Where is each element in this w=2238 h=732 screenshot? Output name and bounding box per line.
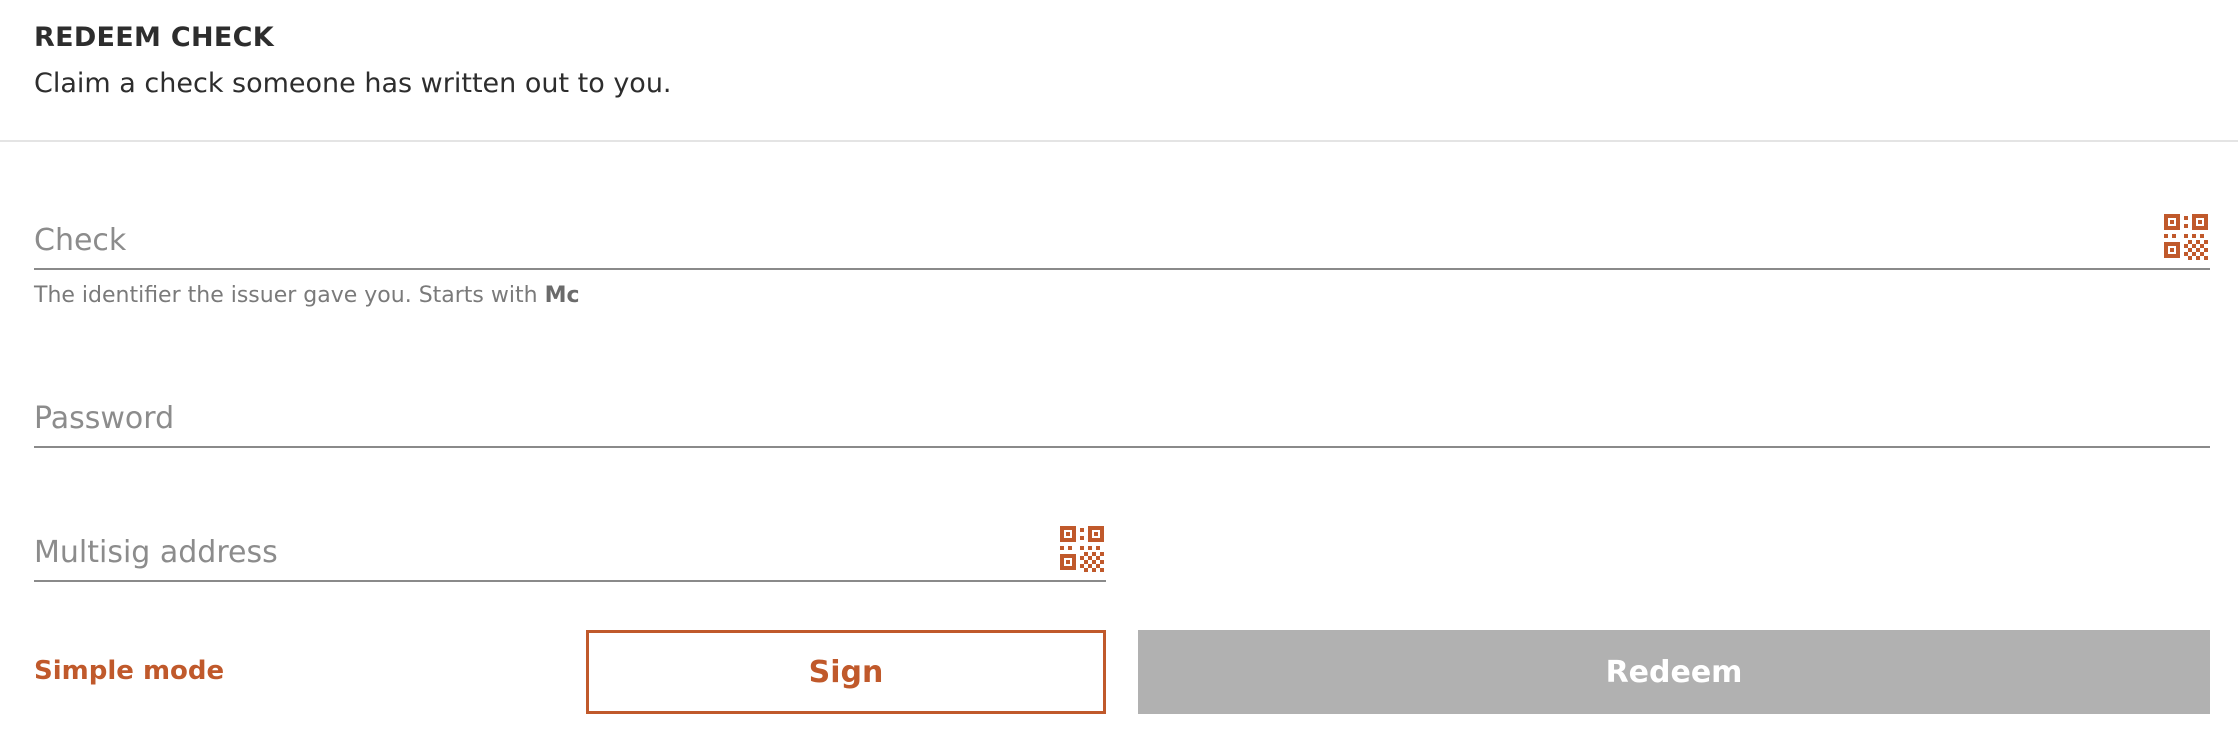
qr-code-icon[interactable]	[1058, 524, 1106, 572]
check-input[interactable]	[34, 223, 2150, 258]
redeem-button[interactable]: Redeem	[1138, 630, 2210, 714]
multisig-address-input[interactable]	[34, 535, 1046, 570]
password-field	[34, 368, 2210, 448]
check-hint-text: The identifier the issuer gave you. Star…	[34, 283, 545, 308]
qr-code-icon[interactable]	[2162, 212, 2210, 260]
page-title: REDEEM CHECK	[34, 22, 274, 53]
password-input[interactable]	[34, 401, 2150, 436]
page-subtitle: Claim a check someone has written out to…	[34, 68, 672, 99]
multisig-address-field	[34, 502, 1106, 582]
simple-mode-link[interactable]: Simple mode	[34, 656, 224, 686]
page-header: REDEEM CHECK Claim a check someone has w…	[0, 0, 2238, 142]
check-field	[34, 190, 2210, 270]
check-hint: The identifier the issuer gave you. Star…	[34, 283, 580, 308]
check-hint-prefix-code: Mc	[544, 283, 580, 308]
sign-button[interactable]: Sign	[586, 630, 1106, 714]
